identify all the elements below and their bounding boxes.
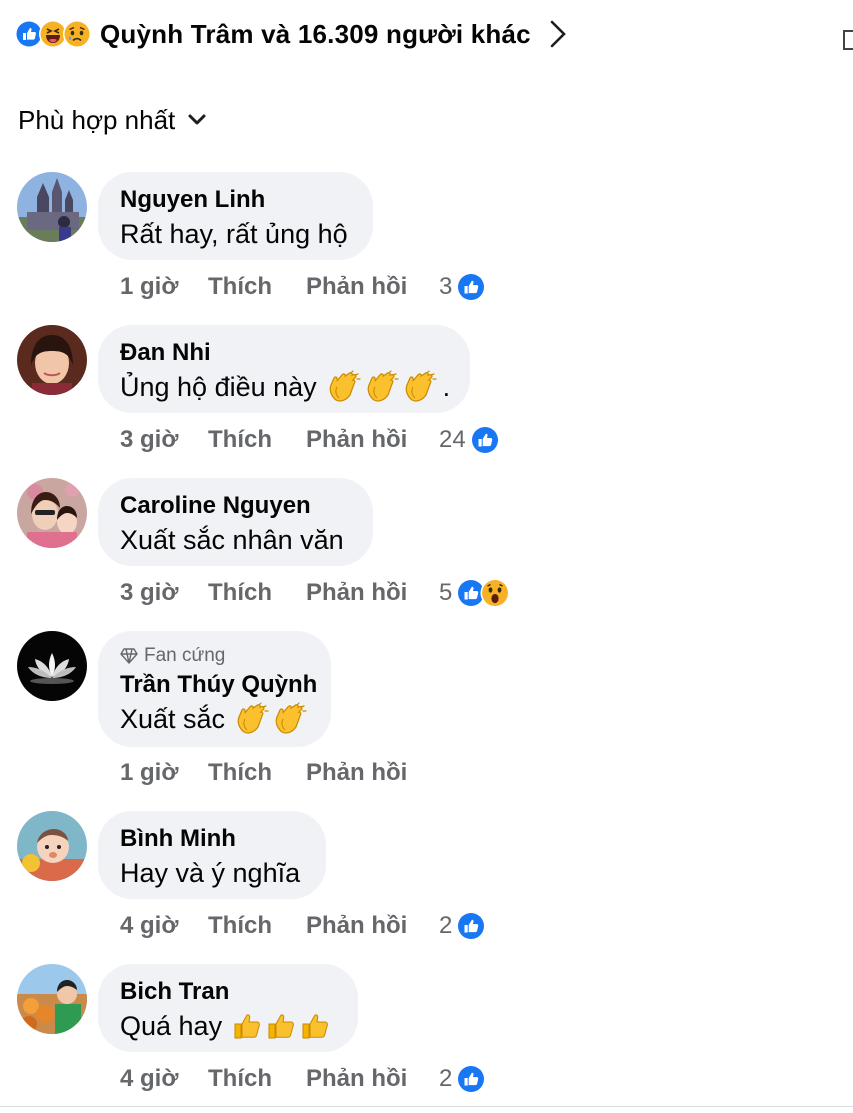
comment-author[interactable]: Trần Thúy Quỳnh bbox=[120, 669, 317, 701]
thumbs-up-emoji-icon bbox=[300, 1011, 330, 1041]
thumbs-up-emoji-icon bbox=[266, 1011, 296, 1041]
reply-button[interactable]: Phản hồi bbox=[306, 426, 439, 454]
clap-emoji-icon bbox=[403, 370, 437, 404]
chevron-right-icon[interactable] bbox=[549, 19, 567, 49]
sort-label: Phù hợp nhất bbox=[18, 104, 176, 135]
avatar[interactable] bbox=[17, 811, 87, 881]
reaction-count[interactable]: 2 bbox=[439, 911, 486, 941]
like-button[interactable]: Thích bbox=[208, 426, 306, 454]
fan-badge: Fan cứng bbox=[120, 645, 309, 667]
thumbs-up-emoji-icon bbox=[232, 1011, 262, 1041]
emoji-group bbox=[232, 1011, 334, 1041]
comment-actions: 4 giờ Thích Phản hồi 2 bbox=[120, 1061, 486, 1097]
comment-time[interactable]: 3 giờ bbox=[120, 579, 208, 607]
edge-panel-icon[interactable] bbox=[843, 30, 853, 50]
reply-button[interactable]: Phản hồi bbox=[306, 912, 439, 940]
reaction-count[interactable]: 24 bbox=[439, 425, 500, 455]
like-button[interactable]: Thích bbox=[208, 912, 306, 940]
comment-bubble[interactable]: Bich Tran Quá hay bbox=[98, 964, 358, 1052]
comment-text-tail: . bbox=[442, 372, 451, 402]
reply-button[interactable]: Phản hồi bbox=[306, 273, 439, 301]
avatar[interactable] bbox=[17, 631, 87, 701]
reaction-count-number: 2 bbox=[439, 1065, 453, 1092]
reaction-count-number: 3 bbox=[439, 273, 453, 300]
comment-actions: 3 giờ Thích Phản hồi 5 bbox=[120, 575, 510, 611]
sad-icon bbox=[63, 20, 91, 48]
comment-text: Xuất sắc nhân văn bbox=[120, 522, 351, 558]
comment-text: Ủng hộ điều này . bbox=[120, 369, 451, 405]
comment-author[interactable]: Bình Minh bbox=[120, 823, 304, 855]
diamond-icon bbox=[120, 648, 138, 664]
like-button[interactable]: Thích bbox=[208, 273, 306, 301]
clap-emoji-icon bbox=[235, 702, 269, 736]
reactors-text: Quỳnh Trâm và 16.309 người khác bbox=[100, 18, 531, 49]
avatar[interactable] bbox=[17, 172, 87, 242]
wow-icon bbox=[480, 578, 510, 608]
comment-text-content: Xuất sắc bbox=[120, 704, 226, 734]
comment-time[interactable]: 4 giờ bbox=[120, 1065, 208, 1093]
reaction-count[interactable]: 3 bbox=[439, 272, 486, 302]
comment-actions: 1 giờ Thích Phản hồi 3 bbox=[120, 269, 486, 305]
emoji-group bbox=[327, 370, 441, 404]
avatar[interactable] bbox=[17, 478, 87, 548]
comment-author[interactable]: Nguyen Linh bbox=[120, 184, 351, 216]
comment-bubble[interactable]: Bình Minh Hay và ý nghĩa bbox=[98, 811, 326, 899]
like-icon bbox=[456, 1064, 486, 1094]
reply-button[interactable]: Phản hồi bbox=[306, 579, 439, 607]
reaction-count[interactable]: 5 bbox=[439, 578, 510, 608]
reaction-count-number: 24 bbox=[439, 426, 466, 453]
comment-text: Hay và ý nghĩa bbox=[120, 855, 304, 891]
comment-author[interactable]: Caroline Nguyen bbox=[120, 490, 351, 522]
like-icon bbox=[470, 425, 500, 455]
comment-text: Rất hay, rất ủng hộ bbox=[120, 216, 351, 252]
reaction-icons bbox=[14, 19, 92, 49]
like-button[interactable]: Thích bbox=[208, 579, 306, 607]
like-icon bbox=[456, 911, 486, 941]
comment-text: Xuất sắc bbox=[120, 701, 309, 737]
comment-time[interactable]: 4 giờ bbox=[120, 912, 208, 940]
comment-author[interactable]: Đan Nhi bbox=[120, 337, 448, 369]
like-button[interactable]: Thích bbox=[208, 759, 306, 787]
sort-dropdown[interactable]: Phù hợp nhất bbox=[18, 100, 207, 140]
comment-author[interactable]: Bich Tran bbox=[120, 976, 336, 1008]
divider bbox=[0, 1106, 853, 1107]
reaction-count-number: 2 bbox=[439, 912, 453, 939]
comment-text: Quá hay bbox=[120, 1008, 336, 1044]
reply-button[interactable]: Phản hồi bbox=[306, 1065, 439, 1093]
comment-actions: 3 giờ Thích Phản hồi 24 bbox=[120, 422, 500, 458]
comment-time[interactable]: 1 giờ bbox=[120, 273, 208, 301]
comment-text-content: Ủng hộ điều này bbox=[120, 372, 317, 402]
comment-text-content: Quá hay bbox=[120, 1011, 223, 1041]
comment-bubble[interactable]: Fan cứng Trần Thúy Quỳnh Xuất sắc bbox=[98, 631, 331, 747]
comment-actions: 1 giờ Thích Phản hồi bbox=[120, 755, 439, 791]
comment-bubble[interactable]: Caroline Nguyen Xuất sắc nhân văn bbox=[98, 478, 373, 566]
comment-text-content: Hay và ý nghĩa bbox=[120, 858, 301, 888]
like-button[interactable]: Thích bbox=[208, 1065, 306, 1093]
reaction-count-number: 5 bbox=[439, 579, 453, 606]
comment-bubble[interactable]: Đan Nhi Ủng hộ điều này . bbox=[98, 325, 470, 413]
like-icon bbox=[456, 272, 486, 302]
chevron-down-icon bbox=[188, 114, 206, 125]
avatar[interactable] bbox=[17, 964, 87, 1034]
comment-actions: 4 giờ Thích Phản hồi 2 bbox=[120, 908, 486, 944]
clap-emoji-icon bbox=[365, 370, 399, 404]
emoji-group bbox=[235, 702, 311, 736]
comment-time[interactable]: 1 giờ bbox=[120, 759, 208, 787]
comment-text-content: Xuất sắc nhân văn bbox=[120, 525, 344, 555]
clap-emoji-icon bbox=[273, 702, 307, 736]
comment-text-content: Rất hay, rất ủng hộ bbox=[120, 219, 348, 249]
clap-emoji-icon bbox=[327, 370, 361, 404]
reply-button[interactable]: Phản hồi bbox=[306, 759, 439, 787]
fan-badge-label: Fan cứng bbox=[144, 645, 226, 666]
reaction-count[interactable]: 2 bbox=[439, 1064, 486, 1094]
reactions-summary[interactable]: Quỳnh Trâm và 16.309 người khác bbox=[14, 14, 567, 54]
comment-time[interactable]: 3 giờ bbox=[120, 426, 208, 454]
comment-bubble[interactable]: Nguyen Linh Rất hay, rất ủng hộ bbox=[98, 172, 373, 260]
avatar[interactable] bbox=[17, 325, 87, 395]
